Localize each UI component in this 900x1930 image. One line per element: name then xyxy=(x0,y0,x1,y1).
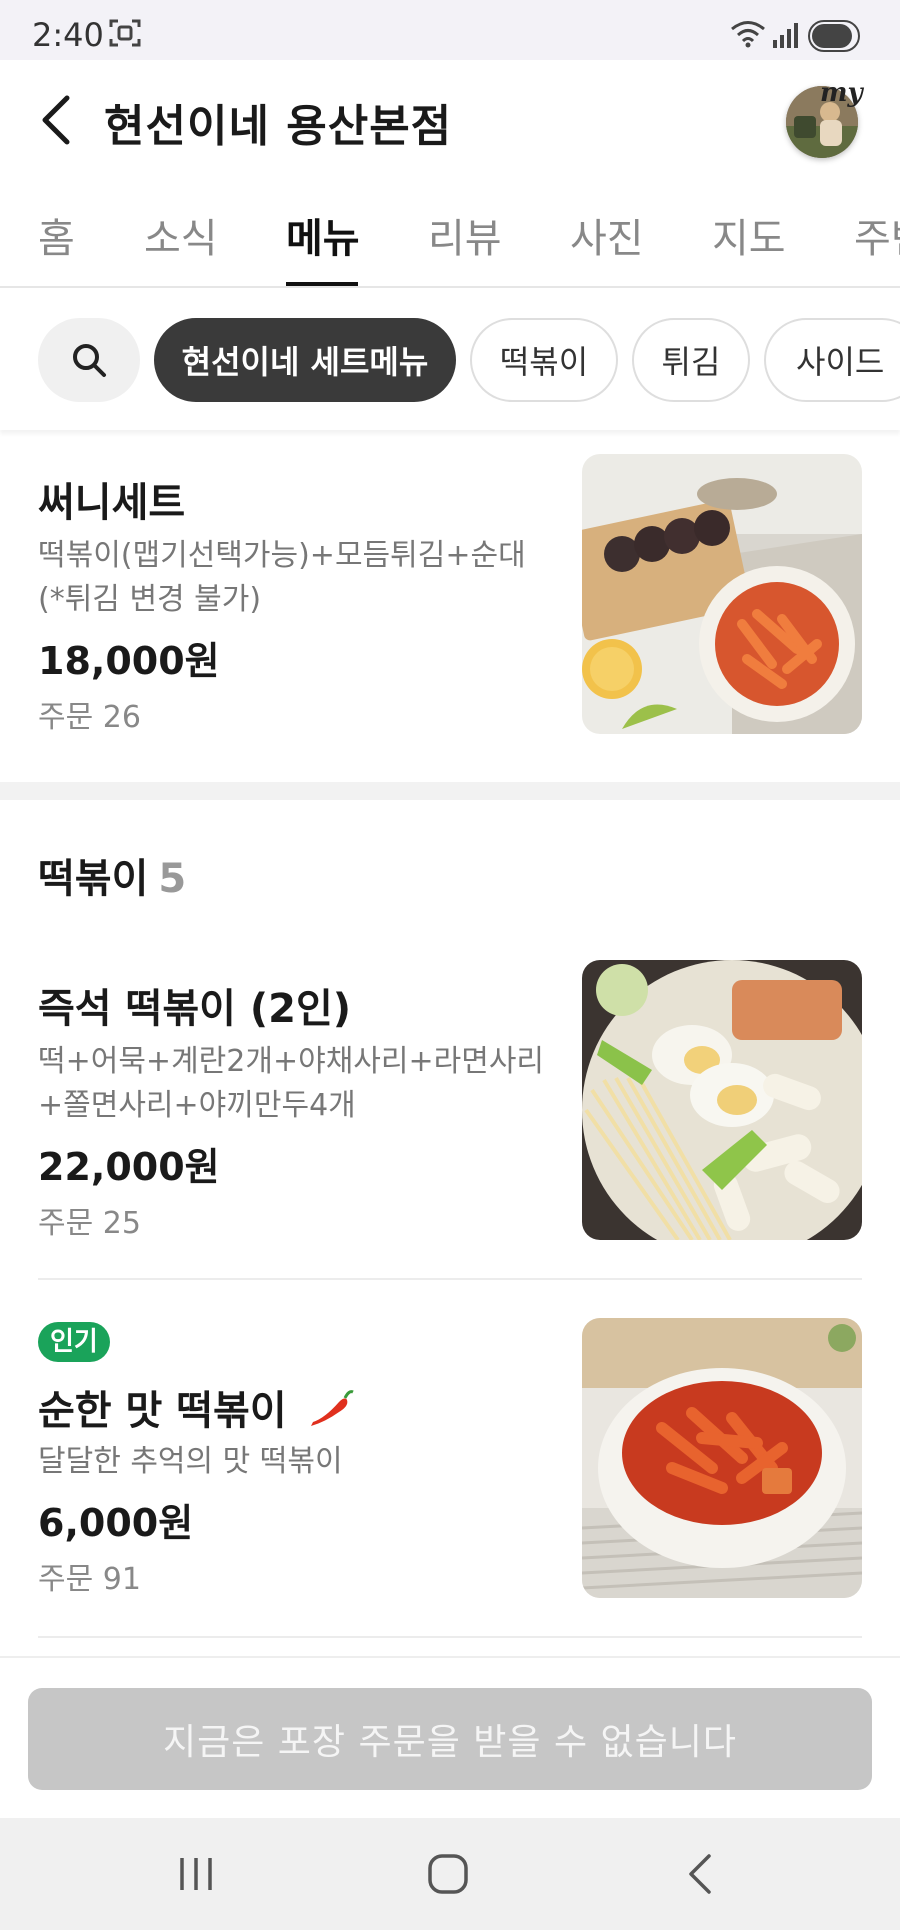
avatar-badge: my xyxy=(820,78,863,108)
menu-item-price: 22,000원 xyxy=(38,1145,220,1189)
back-icon xyxy=(689,1854,711,1894)
filter-chip-tteokbokki[interactable]: 떡볶이 xyxy=(470,318,618,402)
category-filter-bar: 현선이네 세트메뉴 떡볶이 튀김 사이드 xyxy=(0,290,900,430)
page-title: 현선이네 용산본점 xyxy=(104,101,453,152)
tab-news[interactable]: 소식 xyxy=(144,206,218,264)
order-bar: 지금은 포장 주문을 받을 수 없습니다 xyxy=(0,1656,900,1818)
menu-search-button[interactable] xyxy=(38,318,140,402)
chevron-left-icon xyxy=(42,95,70,145)
chili-pepper-icon xyxy=(310,1390,354,1426)
tab-active-indicator xyxy=(286,282,358,286)
menu-item-photo xyxy=(582,1318,862,1598)
popular-badge: 인기 xyxy=(38,1322,110,1362)
menu-item-photo xyxy=(582,960,862,1240)
system-nav-bar xyxy=(0,1818,900,1930)
home-button[interactable] xyxy=(408,1842,488,1906)
wifi-icon xyxy=(730,20,766,52)
menu-item-description: 달달한 추억의 맛 떡볶이 xyxy=(38,1444,343,1479)
signal-icon xyxy=(772,22,800,52)
tab-menu[interactable]: 메뉴 xyxy=(286,206,360,264)
filter-chip-set-menu[interactable]: 현선이네 세트메뉴 xyxy=(154,318,456,402)
menu-item-name: 순한 맛 떡볶이 xyxy=(38,1378,355,1436)
recent-apps-button[interactable] xyxy=(156,1842,236,1906)
menu-item-description: 떡볶이(맵기선택가능)+모듬튀김+순대(*튀김 변경 불가) xyxy=(38,538,526,617)
filter-chip-fried[interactable]: 튀김 xyxy=(632,318,750,402)
header: 현선이네 용산본점 my xyxy=(0,60,900,180)
menu-item-price: 6,000원 xyxy=(38,1501,194,1545)
home-icon xyxy=(428,1854,468,1894)
section-title-text: 떡볶이 xyxy=(38,856,149,902)
section-item-count: 5 xyxy=(158,856,187,902)
menu-item-price: 18,000원 xyxy=(38,639,220,683)
back-button[interactable] xyxy=(26,88,86,152)
tab-nearby[interactable]: 주변 xyxy=(854,206,900,264)
tab-home[interactable]: 홈 xyxy=(38,206,75,264)
item-divider xyxy=(38,1278,862,1280)
battery-icon xyxy=(808,20,862,56)
menu-item-order-count: 주문 25 xyxy=(38,1206,141,1241)
status-time: 2:40 xyxy=(32,16,104,54)
tab-bar: 홈 소식 메뉴 리뷰 사진 지도 주변 xyxy=(0,180,900,288)
tab-map[interactable]: 지도 xyxy=(712,206,786,264)
search-icon xyxy=(73,344,106,377)
system-back-button[interactable] xyxy=(660,1842,740,1906)
status-bar: 2:40 xyxy=(0,0,900,60)
section-separator xyxy=(0,782,900,800)
item-divider xyxy=(38,1636,862,1638)
menu-item-description: 떡+어묵+계란2개+야채사리+라면사리+쫄면사리+야끼만두4개 xyxy=(38,1044,545,1123)
recent-apps-icon xyxy=(180,1858,212,1890)
tab-reviews[interactable]: 리뷰 xyxy=(428,206,502,264)
order-button[interactable]: 지금은 포장 주문을 받을 수 없습니다 xyxy=(28,1688,872,1790)
section-title: 떡볶이 5 xyxy=(38,846,186,904)
screenshot-icon xyxy=(108,18,142,52)
menu-item-order-count: 주문 26 xyxy=(38,700,141,735)
menu-item-name: 써니세트 xyxy=(38,480,186,526)
tab-photos[interactable]: 사진 xyxy=(570,206,644,264)
menu-item-name-text: 순한 맛 떡볶이 xyxy=(38,1388,287,1434)
menu-item-order-count: 주문 91 xyxy=(38,1562,141,1597)
filter-chip-side[interactable]: 사이드 xyxy=(764,318,900,402)
menu-item-name: 즉석 떡볶이 (2인) xyxy=(38,986,352,1032)
menu-item-photo xyxy=(582,454,862,734)
